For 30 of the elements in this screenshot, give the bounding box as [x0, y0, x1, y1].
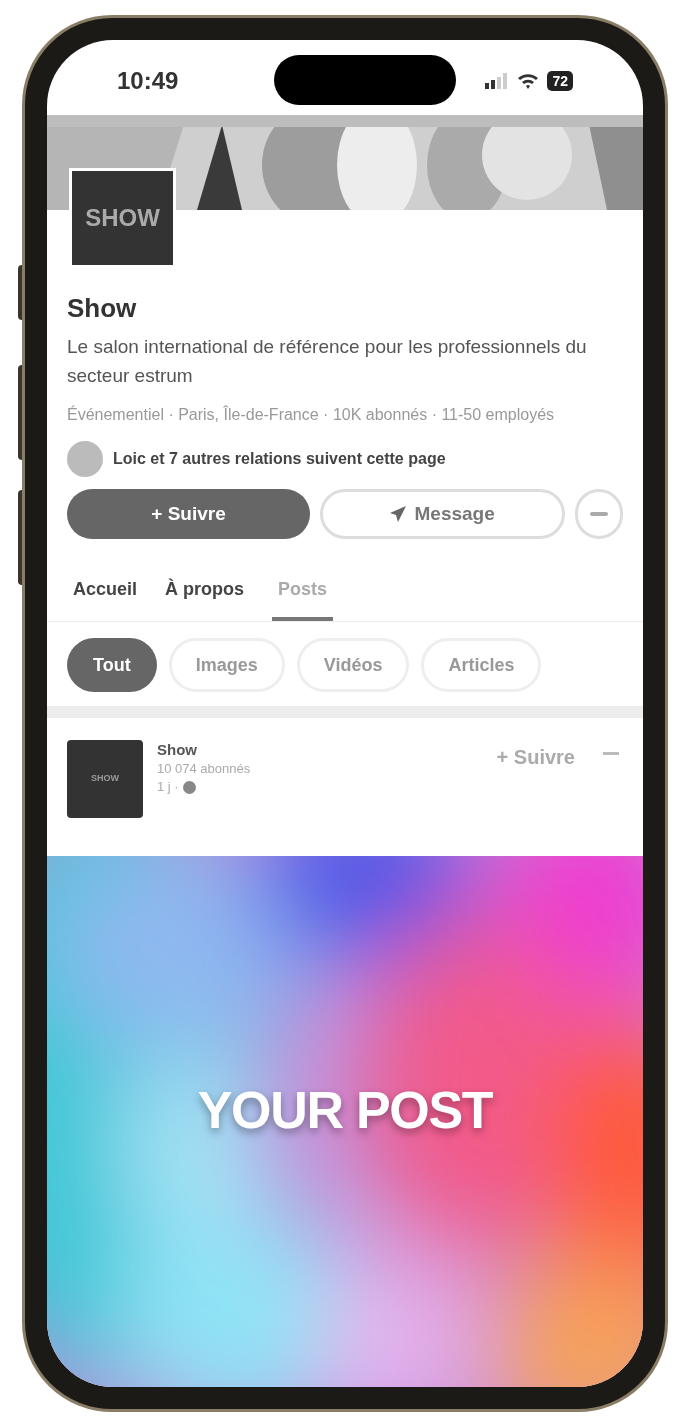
status-time: 10:49: [117, 65, 179, 96]
globe-icon: [182, 780, 196, 794]
tab[interactable]: Accueil: [73, 561, 138, 621]
avatar: [67, 441, 103, 477]
tab[interactable]: À propos: [165, 561, 245, 621]
filter-chip[interactable]: Articles: [421, 638, 542, 692]
signal-icon: [485, 72, 510, 89]
more-icon: [603, 752, 619, 755]
relations-text: Loic et 7 autres relations suivent cette page: [113, 449, 446, 469]
post-image-text: YOUR POST: [197, 1080, 493, 1141]
post-author: Show: [157, 740, 198, 760]
wifi-icon: [517, 72, 540, 89]
filter-chip[interactable]: Tout: [67, 638, 157, 692]
company-meta: Événementiel · Paris, Île-de-France · 10K abonnés · 11-50 employés: [67, 404, 556, 425]
more-icon: [590, 512, 609, 516]
logo-text: SHOW: [85, 203, 160, 233]
filter-chip[interactable]: Images: [168, 638, 285, 692]
post-followers: 10 074 abonnés: [157, 760, 252, 778]
logo-text: SHOW: [91, 772, 119, 786]
tab[interactable]: Posts: [272, 561, 334, 621]
follow-link[interactable]: + Suivre: [496, 742, 575, 772]
battery-indicator: 72: [547, 70, 573, 91]
message-button[interactable]: Message: [320, 489, 566, 539]
post-time: 1 j ·: [157, 778, 179, 796]
send-icon: [390, 506, 407, 522]
follow-button[interactable]: + Suivre: [67, 489, 310, 539]
filter-chip[interactable]: Vidéos: [296, 638, 410, 692]
more-button[interactable]: [575, 489, 623, 539]
company-tagline: Le salon international de référence pour les professionnels du secteur estrum: [67, 335, 587, 388]
company-name: Show: [67, 292, 138, 325]
